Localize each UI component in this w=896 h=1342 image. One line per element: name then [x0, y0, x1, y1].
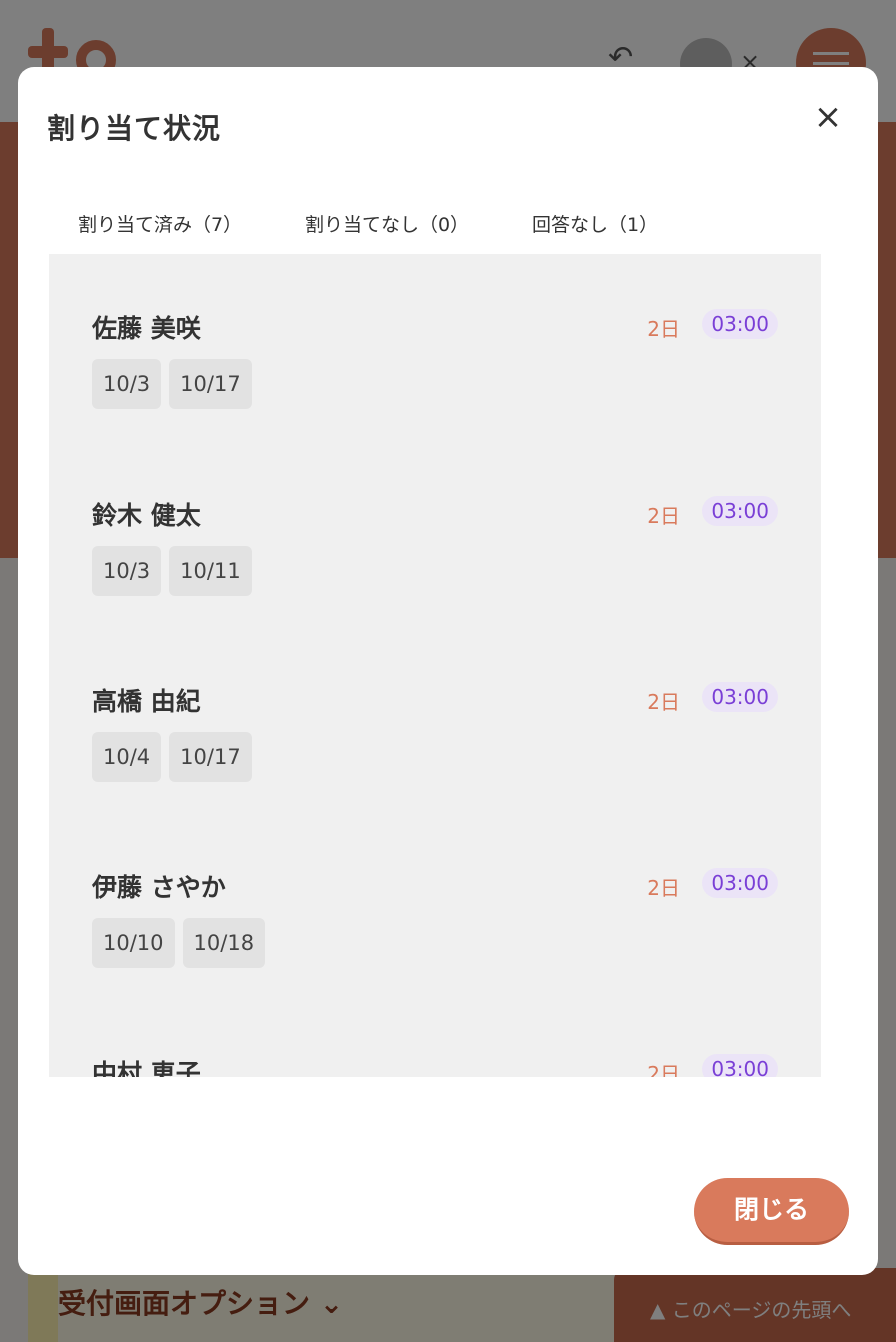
assigned-days: 2日 [647, 690, 680, 714]
list-item: 佐藤 美咲 2日 03:00 10/3 10/17 [92, 309, 778, 459]
list-item: 中村 恵子 2日 03:00 [92, 1054, 778, 1077]
person-name: 佐藤 美咲 [92, 314, 201, 343]
close-icon[interactable]: × [808, 97, 848, 137]
date-chip: 10/10 [92, 918, 175, 968]
list-item: 伊藤 さやか 2日 03:00 10/10 10/18 [92, 868, 778, 1018]
date-chips: 10/3 10/17 [92, 359, 252, 409]
assigned-days: 2日 [647, 1062, 680, 1077]
tab-assigned[interactable]: 割り当て済み（7） [49, 195, 271, 255]
modal-title: 割り当て状況 [47, 112, 222, 145]
person-name: 鈴木 健太 [92, 501, 201, 530]
date-chip: 10/3 [92, 359, 162, 409]
time-badge: 03:00 [702, 682, 778, 712]
person-name: 中村 恵子 [92, 1059, 201, 1077]
date-chip: 10/4 [92, 732, 162, 782]
person-name: 伊藤 さやか [92, 873, 226, 902]
assignment-list[interactable]: 佐藤 美咲 2日 03:00 10/3 10/17 鈴木 健太 2日 03:00… [49, 254, 821, 1077]
tab-no-response[interactable]: 回答なし（1） [503, 195, 687, 255]
date-chip: 10/17 [169, 732, 252, 782]
assignment-status-modal: 割り当て状況 × 割り当て済み（7） 割り当てなし（0） 回答なし（1） 佐藤 … [18, 67, 878, 1275]
date-chip: 10/18 [182, 918, 266, 968]
person-name: 高橋 由紀 [92, 687, 201, 716]
date-chips: 10/3 10/11 [92, 546, 252, 596]
tab-unassigned-label: 割り当てなし（0） [304, 214, 470, 236]
tab-unassigned[interactable]: 割り当てなし（0） [277, 195, 497, 255]
tab-assigned-label: 割り当て済み（7） [77, 214, 243, 236]
date-chip: 10/17 [169, 359, 252, 409]
assigned-days: 2日 [647, 504, 680, 528]
assigned-days: 2日 [647, 317, 680, 341]
time-badge: 03:00 [702, 1054, 778, 1077]
assigned-days: 2日 [647, 876, 680, 900]
date-chips: 10/4 10/17 [92, 732, 252, 782]
date-chip: 10/3 [92, 546, 162, 596]
time-badge: 03:00 [702, 309, 778, 339]
time-badge: 03:00 [702, 496, 778, 526]
list-item: 高橋 由紀 2日 03:00 10/4 10/17 [92, 682, 778, 832]
date-chips: 10/10 10/18 [92, 918, 266, 968]
tab-no-response-label: 回答なし（1） [531, 214, 659, 236]
date-chip: 10/11 [169, 546, 252, 596]
list-item: 鈴木 健太 2日 03:00 10/3 10/11 [92, 496, 778, 646]
time-badge: 03:00 [702, 868, 778, 898]
close-button[interactable]: 閉じる [694, 1178, 849, 1245]
